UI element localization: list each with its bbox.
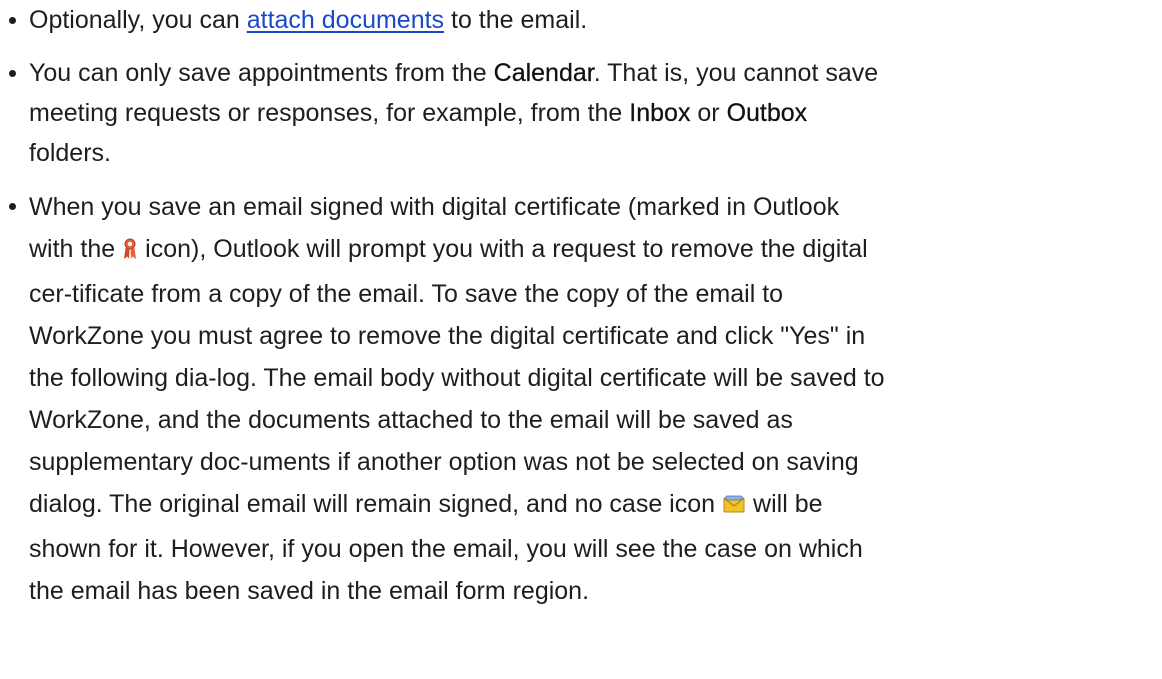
calendar-label: Calendar xyxy=(493,59,594,87)
outbox-label: Outbox xyxy=(726,99,808,127)
list-item: When you save an email signed with digit… xyxy=(0,186,889,612)
document-body: Optionally, you can attach documents to … xyxy=(0,0,1162,612)
item2-text-4: folders. xyxy=(29,139,111,167)
bullet-dot xyxy=(9,70,16,77)
item1-text-pre: Optionally, you can xyxy=(29,6,247,34)
certificate-ribbon-icon xyxy=(123,231,137,273)
bullet-dot xyxy=(9,17,16,24)
item3-text-2: icon), Outlook will prompt you with a re… xyxy=(29,235,885,518)
list-item: You can only save appointments from the … xyxy=(0,53,889,173)
attach-documents-link[interactable]: attach documents xyxy=(247,6,444,34)
item2-text-1: You can only save appointments from the xyxy=(29,59,494,87)
bullet-list: Optionally, you can attach documents to … xyxy=(0,0,1162,612)
bullet-dot xyxy=(9,203,16,210)
case-envelope-icon xyxy=(723,486,745,528)
item2-text-3: or xyxy=(690,99,727,127)
inbox-label: Inbox xyxy=(629,99,691,127)
item1-text-post: to the email. xyxy=(444,6,588,34)
list-item: Optionally, you can attach documents to … xyxy=(0,0,889,40)
